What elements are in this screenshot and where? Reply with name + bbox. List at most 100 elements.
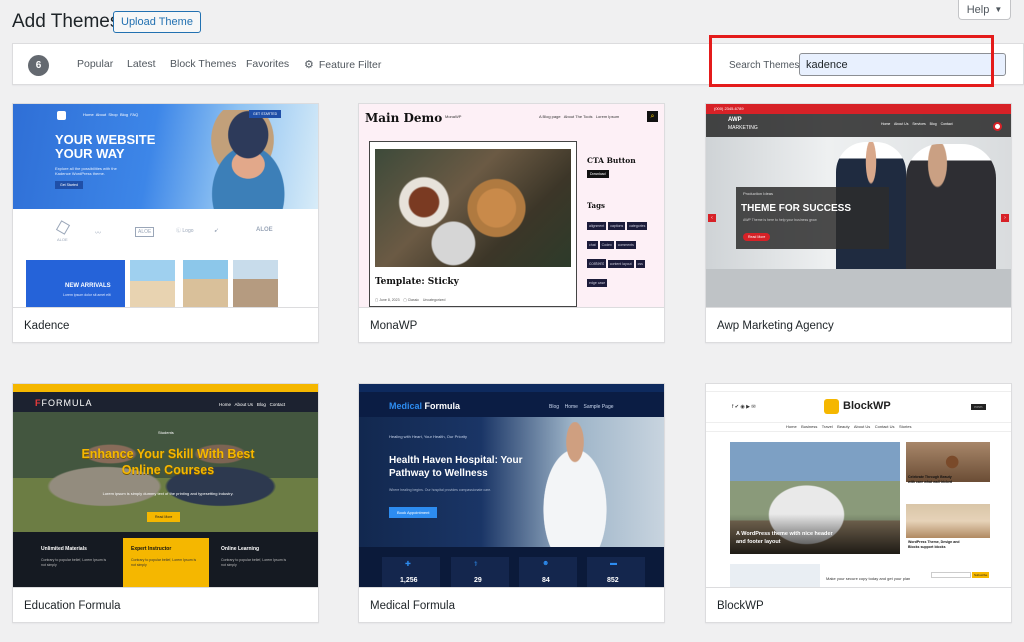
people-icon: ☻ bbox=[542, 560, 550, 567]
theme-screenshot[interactable]: FFORMULA Home About Us Blog Contact Stud… bbox=[13, 384, 318, 587]
edu-feature-3: Online Learning bbox=[221, 546, 260, 552]
awp-topbar: (000) 2345-6789 bbox=[714, 106, 744, 111]
medical-stat-3: 84 bbox=[542, 577, 550, 584]
theme-name: Medical Formula bbox=[359, 587, 664, 622]
theme-card-monawp[interactable]: Main Demo MonaWP A Blog page About The T… bbox=[358, 103, 665, 343]
upload-theme-button[interactable]: Upload Theme bbox=[113, 11, 201, 33]
theme-name: MonaWP bbox=[359, 307, 664, 342]
awp-headline: THEME FOR SUCCESS bbox=[741, 203, 852, 214]
edu-feature-text-3: Contrary to popular belief, Lorem Ipsum … bbox=[221, 558, 287, 567]
theme-screenshot[interactable]: BlockWP f ✔ ◉ ▶ ✉ ▭▭▭ Home Business Trav… bbox=[706, 384, 1011, 587]
blockwp-nav: Home Business Travel Beauty About Us Con… bbox=[786, 424, 912, 429]
edu-nav: Home About Us Blog Contact bbox=[219, 402, 286, 407]
blockwp-logo-icon bbox=[824, 399, 839, 414]
kadence-logo-1: ALOE bbox=[135, 227, 155, 237]
help-button[interactable]: Help ▼ bbox=[958, 0, 1011, 20]
awp-sub: AWP Theme is here to help your business … bbox=[743, 218, 817, 222]
theme-screenshot[interactable]: Main Demo MonaWP A Blog page About The T… bbox=[359, 104, 664, 307]
theme-card-education-formula[interactable]: FFORMULA Home About Us Blog Contact Stud… bbox=[12, 383, 319, 623]
theme-name: Kadence bbox=[13, 307, 318, 342]
theme-screenshot[interactable]: Home About Shop Blog FAQ GET STARTED YOU… bbox=[13, 104, 318, 307]
blockwp-cta: ▭▭▭ bbox=[971, 404, 986, 410]
stethoscope-icon: ⚕ bbox=[474, 561, 478, 568]
edu-headline: Enhance Your Skill With Best Online Cours… bbox=[81, 447, 255, 477]
kadence-logo-3: ALOE bbox=[256, 227, 273, 233]
blockwp-side-title: Celebrate Through Beauty with care what w… bbox=[908, 475, 953, 484]
kadence-arrivals: NEW ARRIVALS bbox=[65, 283, 111, 289]
kadence-arrivals-sub: Lorem ipsum dolor sit amet elit bbox=[63, 293, 111, 297]
search-highlight-box bbox=[709, 35, 994, 87]
monawp-tags: alignment captions categorieschat Codex comm… bbox=[587, 222, 648, 287]
monawp-cta-title: CTA Button bbox=[587, 156, 636, 165]
social-icons: f ✔ ◉ ▶ ✉ bbox=[732, 404, 756, 410]
kadence-cta: GET STARTED bbox=[249, 110, 282, 118]
awp-logo: AWP bbox=[728, 117, 742, 123]
blockwp-subscribe: Subscribe bbox=[972, 572, 990, 578]
theme-name: BlockWP bbox=[706, 587, 1011, 622]
edu-logo: FFORMULA bbox=[35, 398, 93, 408]
theme-card-medical-formula[interactable]: Medical Formula Blog Home Sample Page He… bbox=[358, 383, 665, 623]
kadence-logo-icon bbox=[57, 111, 66, 120]
kadence-logo-2: Ⓛ Logo bbox=[176, 228, 194, 234]
blockwp-logo: BlockWP bbox=[843, 400, 891, 412]
tab-favorites[interactable]: Favorites bbox=[246, 58, 289, 70]
medical-headline: Health Haven Hospital: Your Pathway to We… bbox=[389, 455, 523, 479]
theme-name: Awp Marketing Agency bbox=[706, 307, 1011, 342]
blockwp-bottom-text: Make your secure copy today and get your… bbox=[826, 576, 911, 581]
edu-feature-text-2: Contrary to popular belief, Lorem Ipsum … bbox=[131, 558, 197, 567]
medical-logo: Medical Formula bbox=[389, 401, 461, 411]
theme-count-badge: 6 bbox=[28, 55, 49, 76]
medical-stat-1: 1,256 bbox=[400, 577, 418, 584]
edu-feature-text-1: Contrary to popular belief, Lorem Ipsum … bbox=[41, 558, 107, 567]
awp-nav: Home About Us Services Blog Contact bbox=[881, 122, 953, 126]
blockwp-side-title-2: WordPress Theme, Design and Blocks suppor… bbox=[908, 540, 960, 549]
awp-logo-sub: MARKETING bbox=[728, 125, 758, 131]
help-label: Help bbox=[966, 3, 990, 16]
feature-filter-label: Feature Filter bbox=[318, 59, 382, 71]
monawp-tags-title: Tags bbox=[587, 201, 605, 210]
edu-feature-1: Unlimited Materials bbox=[41, 546, 87, 552]
tab-block-themes[interactable]: Block Themes bbox=[170, 58, 236, 70]
cart-icon bbox=[993, 122, 1002, 131]
awp-kicker: Production Ideas bbox=[743, 191, 774, 196]
kadence-hero-button: Get Started bbox=[55, 181, 83, 189]
theme-screenshot[interactable]: (000) 2345-6789 AWP MARKETING Home About… bbox=[706, 104, 1011, 307]
theme-card-awp-marketing[interactable]: (000) 2345-6789 AWP MARKETING Home About… bbox=[705, 103, 1012, 343]
gear-icon: ⚙ bbox=[304, 59, 314, 71]
search-icon: ⌕ bbox=[647, 111, 658, 122]
chevron-left-icon: ‹ bbox=[708, 214, 716, 222]
monawp-nav: A Blog page About The Tools Lorem Ipsum bbox=[539, 114, 620, 119]
awp-button: Read More bbox=[743, 233, 771, 241]
medical-button: Book Appointment bbox=[389, 507, 438, 518]
caret-down-icon: ▼ bbox=[994, 5, 1003, 14]
edu-badge: Students bbox=[158, 430, 174, 435]
monawp-cta-button: Download bbox=[587, 170, 609, 178]
edu-feature-2: Expert Instructor bbox=[131, 546, 172, 552]
edu-sub: Lorem ipsum is simply dummy text of the … bbox=[102, 491, 234, 496]
theme-card-kadence[interactable]: Home About Shop Blog FAQ GET STARTED YOU… bbox=[12, 103, 319, 343]
blockwp-main-title: A WordPress theme with nice header and fo… bbox=[736, 531, 833, 545]
medical-stat-4: 852 bbox=[607, 577, 619, 584]
monawp-tagline: MonaWP bbox=[445, 114, 462, 119]
monawp-post-title: Template: Sticky bbox=[375, 277, 459, 287]
kadence-hero-text: Explore all the possibilities with the Ka… bbox=[55, 166, 117, 176]
tab-popular[interactable]: Popular bbox=[77, 58, 113, 70]
medical-kicker: Healing with Heart, Your Health, Our Pri… bbox=[389, 434, 468, 439]
theme-screenshot[interactable]: Medical Formula Blog Home Sample Page He… bbox=[359, 384, 664, 587]
monawp-post-meta: ▢ June 8, 2023 ▢ Classic Uncategorized bbox=[375, 298, 446, 302]
medical-sub: Where healing begins. Our hospital provi… bbox=[389, 488, 492, 492]
theme-name: Education Formula bbox=[13, 587, 318, 622]
theme-card-blockwp[interactable]: BlockWP f ✔ ◉ ▶ ✉ ▭▭▭ Home Business Trav… bbox=[705, 383, 1012, 623]
tab-latest[interactable]: Latest bbox=[127, 58, 156, 70]
hospital-icon: ✚ bbox=[405, 561, 411, 568]
edu-button: Read More bbox=[147, 512, 181, 522]
medical-stat-2: 29 bbox=[474, 577, 482, 584]
chevron-right-icon: › bbox=[1001, 214, 1009, 222]
monawp-logo: Main Demo bbox=[365, 111, 443, 125]
medical-nav: Blog Home Sample Page bbox=[549, 404, 614, 410]
kadence-nav: Home About Shop Blog FAQ bbox=[83, 112, 139, 117]
feature-filter-button[interactable]: ⚙ Feature Filter bbox=[304, 58, 381, 71]
page-title: Add Themes bbox=[12, 11, 120, 32]
bed-icon: ▬ bbox=[610, 560, 617, 567]
kadence-hero-title: YOUR WEBSITE YOUR WAY bbox=[55, 132, 156, 161]
